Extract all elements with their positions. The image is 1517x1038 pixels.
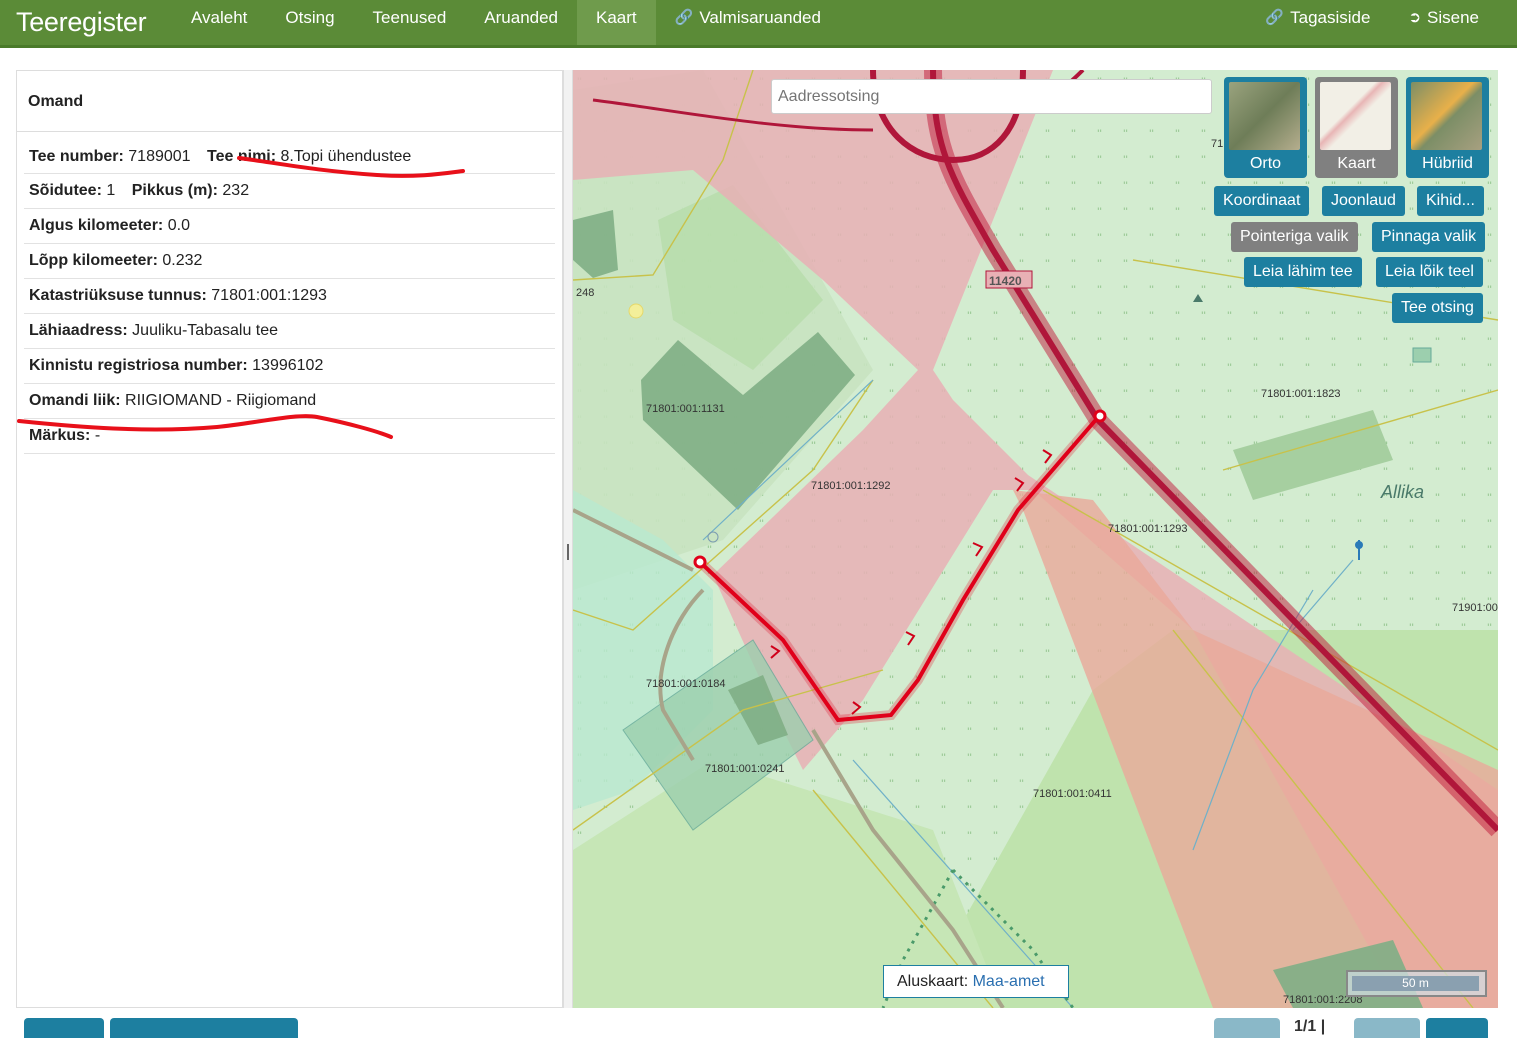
lopp-value: 0.232	[162, 252, 203, 269]
joonlaud-button[interactable]: Joonlaud	[1322, 186, 1405, 216]
tee-nimi-label: Tee nimi:	[207, 148, 277, 165]
nav-sisene-label: Sisene	[1427, 8, 1479, 27]
lahiaadress-value: Juuliku-Tabasalu tee	[132, 322, 279, 339]
nav-sisene[interactable]: ➲ Sisene	[1389, 0, 1517, 45]
pager-indicator: 1/1 |	[1294, 1018, 1326, 1035]
splitter-grip[interactable]	[567, 544, 569, 560]
ownership-panel: Omand Tee number: 7189001 Tee nimi: 8.To…	[16, 70, 563, 1008]
login-icon: ➲	[1408, 9, 1422, 26]
parcel-label-0241: 71801:001:0241	[705, 763, 785, 775]
algus-value: 0.0	[167, 217, 190, 234]
row-lopp: Lõpp kilomeeter: 0.232	[24, 244, 555, 279]
layer-orto-button[interactable]: Orto	[1224, 77, 1307, 178]
soidutee-label: Sõidutee:	[29, 182, 102, 199]
tee-number-value: 7189001	[128, 148, 191, 165]
row-tee-number: Tee number: 7189001 Tee nimi: 8.Topi ühe…	[24, 140, 555, 174]
parcel-label-1292: 71801:001:1292	[811, 480, 891, 492]
map-marker-yellow	[628, 303, 644, 319]
pager-last-button[interactable]	[1426, 1018, 1488, 1038]
pager-prev-button[interactable]	[1214, 1018, 1280, 1038]
top-navbar: Teeregister Avaleht Otsing Teenused Arua…	[0, 0, 1517, 48]
parcel-label-1293: 71801:001:1293	[1108, 523, 1188, 535]
link-icon: 🔗	[1265, 9, 1285, 26]
basemap-attribution: Aluskaart: Maa-amet	[883, 965, 1069, 998]
route-end-marker[interactable]	[693, 555, 707, 569]
pointeriga-valik-button[interactable]: Pointeriga valik	[1231, 222, 1358, 252]
tee-number-label: Tee number:	[29, 148, 124, 165]
map-pin-head	[1355, 541, 1363, 549]
soidutee-value: 1	[106, 182, 116, 199]
map-view[interactable]: ''	[573, 70, 1498, 1008]
lahiaadress-label: Lähiaadress:	[29, 322, 128, 339]
row-omandi: Omandi liik: RIIGIOMAND - Riigiomand	[24, 384, 555, 419]
pager-next-button[interactable]	[1354, 1018, 1420, 1038]
omandi-value: RIIGIOMAND - Riigiomand	[125, 392, 317, 409]
nav-teenused[interactable]: Teenused	[354, 0, 466, 45]
panel-splitter[interactable]	[563, 70, 573, 1008]
kinnistu-value: 13996102	[252, 357, 324, 374]
katastri-value: 71801:001:1293	[211, 287, 327, 304]
tee-otsing-button[interactable]: Tee otsing	[1392, 293, 1483, 323]
nav-valmisaruanded[interactable]: 🔗 Valmisaruanded	[656, 0, 840, 45]
row-katastri: Katastriüksuse tunnus: 71801:001:1293	[24, 279, 555, 314]
layer-hubriid-button[interactable]: Hübriid	[1406, 77, 1489, 178]
kaart-thumbnail	[1320, 82, 1391, 150]
kihid-button[interactable]: Kihid...	[1417, 186, 1484, 216]
panel-title: Omand	[17, 71, 562, 132]
road-number-label: 11420	[989, 274, 1022, 288]
algus-label: Algus kilomeeter:	[29, 217, 164, 234]
nav-aruanded[interactable]: Aruanded	[465, 0, 577, 45]
leia-loik-teel-button[interactable]: Leia lõik teel	[1376, 257, 1483, 287]
parcel-label-0184: 71801:001:0184	[646, 678, 726, 690]
nav-kaart[interactable]: Kaart	[577, 0, 656, 45]
row-soidutee: Sõidutee: 1 Pikkus (m): 232	[24, 174, 555, 209]
parcel-label-1823: 71801:001:1823	[1261, 388, 1341, 400]
pikkus-value: 232	[222, 182, 250, 199]
row-markus: Märkus: -	[24, 419, 555, 454]
basemap-label: Aluskaart:	[897, 973, 969, 990]
bottom-button-2[interactable]	[110, 1018, 298, 1038]
parcel-label-71901: 71901:00	[1452, 602, 1498, 614]
tee-nimi-value: 8.Topi ühendustee	[280, 148, 412, 165]
parcel-label-1131: 71801:001:1131	[646, 403, 725, 415]
scale-bar: 50 m	[1346, 970, 1487, 997]
markus-label: Märkus:	[29, 427, 91, 444]
layer-kaart-label: Kaart	[1337, 155, 1376, 172]
parcel-label-248: 248	[576, 287, 594, 299]
nav-valmisaruanded-label: Valmisaruanded	[699, 8, 821, 27]
parcel-label-0411: 71801:001:0411	[1033, 788, 1112, 800]
layer-kaart-button[interactable]: Kaart	[1315, 77, 1398, 178]
nav-tagasiside-label: Tagasiside	[1290, 8, 1371, 27]
address-search-input[interactable]	[771, 79, 1212, 114]
lopp-label: Lõpp kilomeeter:	[29, 252, 158, 269]
nav-avaleht[interactable]: Avaleht	[172, 0, 266, 45]
brand-logo[interactable]: Teeregister	[0, 7, 172, 38]
layer-hubriid-label: Hübriid	[1422, 155, 1473, 172]
markus-value: -	[94, 427, 101, 444]
row-lahiaadress: Lähiaadress: Juuliku-Tabasalu tee	[24, 314, 555, 349]
scale-bar-label: 50 m	[1352, 976, 1479, 991]
basemap-link[interactable]: Maa-amet	[973, 973, 1045, 990]
koordinaat-button[interactable]: Koordinaat	[1214, 186, 1310, 216]
nav-tagasiside[interactable]: 🔗 Tagasiside	[1246, 0, 1389, 45]
layer-orto-label: Orto	[1249, 155, 1282, 172]
orto-thumbnail	[1229, 82, 1300, 150]
nav-otsing[interactable]: Otsing	[266, 0, 353, 45]
hubriid-thumbnail	[1411, 82, 1482, 150]
katastri-label: Katastriüksuse tunnus:	[29, 287, 207, 304]
pinnaga-valik-button[interactable]: Pinnaga valik	[1372, 222, 1486, 252]
link-icon: 🔗	[674, 9, 694, 26]
place-label-allika: Allika	[1380, 482, 1424, 502]
kinnistu-label: Kinnistu registriosa number:	[29, 357, 248, 374]
row-kinnistu: Kinnistu registriosa number: 13996102	[24, 349, 555, 384]
building-small-2	[1412, 347, 1432, 363]
omandi-label: Omandi liik:	[29, 392, 121, 409]
row-algus: Algus kilomeeter: 0.0	[24, 209, 555, 244]
leia-lahim-tee-button[interactable]: Leia lähim tee	[1244, 257, 1362, 287]
bottom-button-1[interactable]	[24, 1018, 104, 1038]
pikkus-label: Pikkus (m):	[131, 182, 218, 199]
route-start-marker[interactable]	[1093, 409, 1107, 423]
parcel-label-71: 71	[1211, 138, 1223, 150]
